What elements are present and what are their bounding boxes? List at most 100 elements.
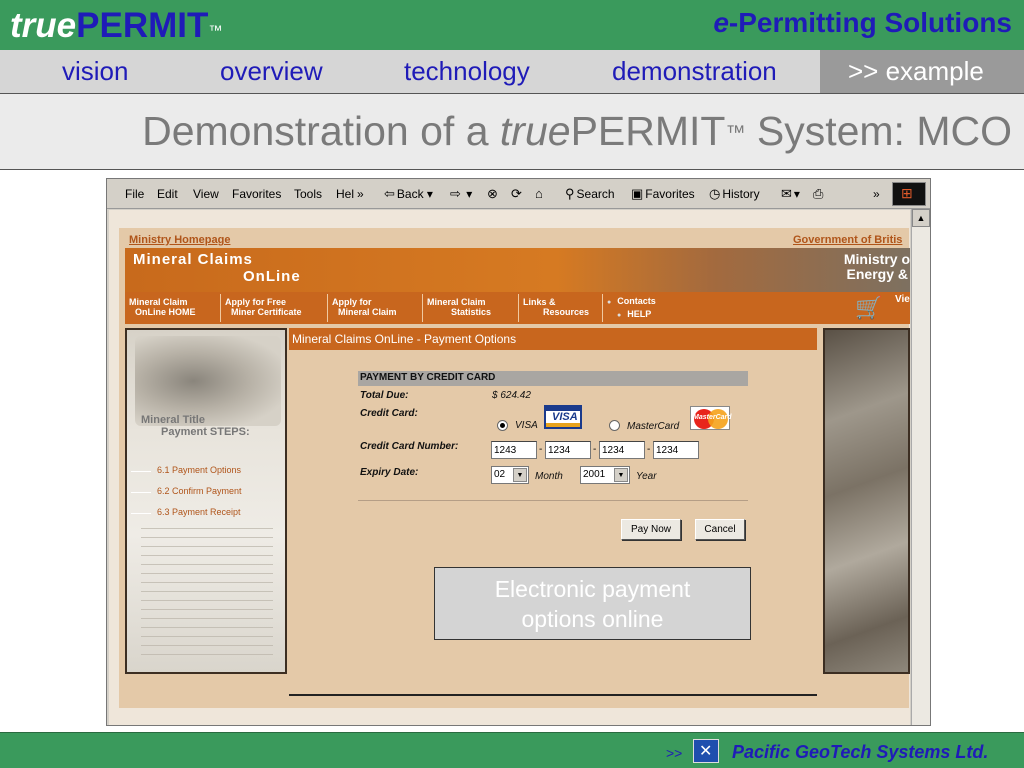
site-menu-miner-certificate[interactable]: Apply for Free Miner Certificate (221, 294, 328, 322)
site-menu-apply-claim[interactable]: Apply for Mineral Claim (328, 294, 423, 322)
chevron-down-icon[interactable]: ▼ (614, 468, 628, 482)
site-menu-stats-l1: Mineral Claim (427, 297, 486, 307)
history-button[interactable]: ◷ History (709, 186, 760, 202)
government-link[interactable]: Government of Britis (793, 234, 902, 246)
total-due-label: Total Due: (360, 390, 409, 401)
title-prefix: Demonstration of a (142, 108, 500, 154)
view-my-cart-link[interactable]: View My (895, 294, 910, 316)
cancel-button[interactable]: Cancel (695, 519, 745, 540)
menu-more-chevron[interactable]: » (357, 186, 364, 202)
vertical-scrollbar[interactable]: ▲ (911, 209, 930, 725)
footer-next-arrows[interactable]: >> (666, 745, 682, 761)
payment-options-title: Mineral Claims OnLine - Payment Options (292, 332, 517, 346)
mastercard-logo: MasterCard (690, 406, 732, 430)
mail-button[interactable]: ✉ ▾ (781, 186, 800, 202)
expiry-month-select[interactable]: 02 ▼ (491, 466, 529, 484)
title-suffix: System: MCO (745, 108, 1012, 154)
menu-file[interactable]: File (125, 186, 144, 202)
menu-tools[interactable]: Tools (294, 186, 322, 202)
nav-demonstration[interactable]: demonstration (612, 50, 777, 93)
step-confirm-payment[interactable]: 6.2 Confirm Payment (157, 486, 242, 496)
browser-window: File Edit View Favorites Tools Hel » ⇦ Ba… (106, 178, 931, 726)
menu-view[interactable]: View (193, 186, 219, 202)
nav-bar: vision overview technology demonstration… (0, 50, 1024, 93)
visa-radio-label: VISA (515, 420, 538, 431)
month-label: Month (535, 471, 563, 482)
step-payment-receipt[interactable]: 6.3 Payment Receipt (157, 507, 241, 517)
refresh-button[interactable]: ⟳ (511, 186, 524, 202)
footer-company-name: Pacific GeoTech Systems Ltd. (732, 742, 989, 762)
card-number-part1[interactable] (491, 441, 537, 459)
menu-help[interactable]: Hel (336, 186, 354, 202)
browser-toolbar: File Edit View Favorites Tools Hel » ⇦ Ba… (107, 179, 930, 209)
history-label: History (722, 187, 760, 201)
chevron-down-icon[interactable]: ▼ (513, 468, 527, 482)
expiry-month-value: 02 (494, 469, 506, 480)
site-menu-home[interactable]: Mineral Claim OnLine HOME (125, 294, 221, 322)
tagline-rest: -Permitting Solutions (728, 7, 1012, 38)
steps-title-line1: Mineral Title (141, 414, 205, 426)
back-arrow-icon: ⇦ (384, 186, 395, 201)
menu-edit[interactable]: Edit (157, 186, 178, 202)
home-button[interactable]: ⌂ (535, 186, 545, 202)
site-menu-help[interactable]: HELP (617, 309, 651, 319)
view-label-l2: My (895, 305, 910, 316)
site-menu-links[interactable]: Links & Resources (519, 294, 603, 322)
credit-card-label: Credit Card: (360, 408, 418, 419)
ministry-homepage-link[interactable]: Ministry Homepage (129, 234, 230, 246)
pay-now-button[interactable]: Pay Now (621, 519, 681, 540)
nav-overview[interactable]: overview (220, 50, 323, 93)
year-label: Year (636, 471, 657, 482)
forward-button[interactable]: ⇨ ▾ (450, 186, 472, 202)
form-divider (358, 500, 748, 501)
print-button[interactable]: ⎙ (813, 186, 825, 202)
content-bottom-rule (289, 694, 817, 696)
nav-vision[interactable]: vision (62, 50, 128, 93)
site-menu-cert-l1: Apply for Free (225, 297, 287, 307)
forward-arrow-icon: ⇨ (450, 186, 461, 201)
payment-steps-panel: Mineral Title Payment STEPS: 6.1 Payment… (125, 328, 287, 674)
brand-true: true (10, 6, 77, 45)
card-number-part3[interactable] (599, 441, 645, 459)
miners-photo (135, 336, 281, 426)
search-button[interactable]: ⚲ Search (565, 186, 615, 202)
web-page: Ministry Homepage Government of Britis M… (109, 210, 910, 725)
tagline-e: e (713, 7, 729, 38)
view-label-l1: View (895, 294, 910, 305)
site-menu-contacts[interactable]: Contacts (607, 296, 656, 306)
scroll-up-icon[interactable]: ▲ (912, 209, 930, 227)
site-banner: Mineral Claims OnLine Ministry o Energy … (125, 248, 910, 292)
mastercard-radio[interactable] (609, 420, 620, 431)
nav-example-active[interactable]: >> example (820, 50, 1024, 93)
visa-logo-text: VISA (552, 411, 578, 423)
history-icon: ◷ (709, 186, 721, 201)
nav-technology[interactable]: technology (404, 50, 530, 93)
banner-title-line1: Mineral Claims (133, 251, 253, 268)
menu-favorites[interactable]: Favorites (232, 186, 281, 202)
expiry-year-select[interactable]: 2001 ▼ (580, 466, 630, 484)
expiry-year-value: 2001 (583, 469, 606, 480)
print-icon: ⎙ (813, 186, 824, 201)
tagline: e-Permitting Solutions (713, 6, 1012, 40)
step-indicator-line (131, 471, 151, 472)
step-payment-options[interactable]: 6.1 Payment Options (157, 465, 241, 475)
back-button[interactable]: ⇦ Back ▾ (384, 186, 433, 202)
windows-logo-icon: ⊞ (892, 182, 926, 206)
site-menu-cert-l2: Miner Certificate (231, 307, 302, 317)
toolbar-more-chevron[interactable]: » (873, 186, 880, 202)
top-bar: truePERMIT™ e-Permitting Solutions (0, 0, 1024, 50)
stop-button[interactable]: ⊗ (487, 186, 500, 202)
favorites-button[interactable]: ▣ Favorites (631, 186, 695, 202)
visa-radio[interactable] (497, 420, 508, 431)
site-menu-statistics[interactable]: Mineral Claim Statistics (423, 294, 519, 322)
nav-example-label: >> example (848, 56, 984, 86)
title-true: true (499, 108, 571, 154)
brand-logo: truePERMIT™ (10, 6, 222, 46)
card-number-part2[interactable] (545, 441, 591, 459)
callout-text: Electronic payment options online (494, 576, 691, 632)
shopping-cart-icon[interactable]: 🛒 (855, 295, 882, 321)
site-menu-links-l2: Resources (543, 307, 590, 317)
card-number-part4[interactable] (653, 441, 699, 459)
card-number-separator: - (593, 444, 597, 455)
card-number-separator: - (647, 444, 651, 455)
